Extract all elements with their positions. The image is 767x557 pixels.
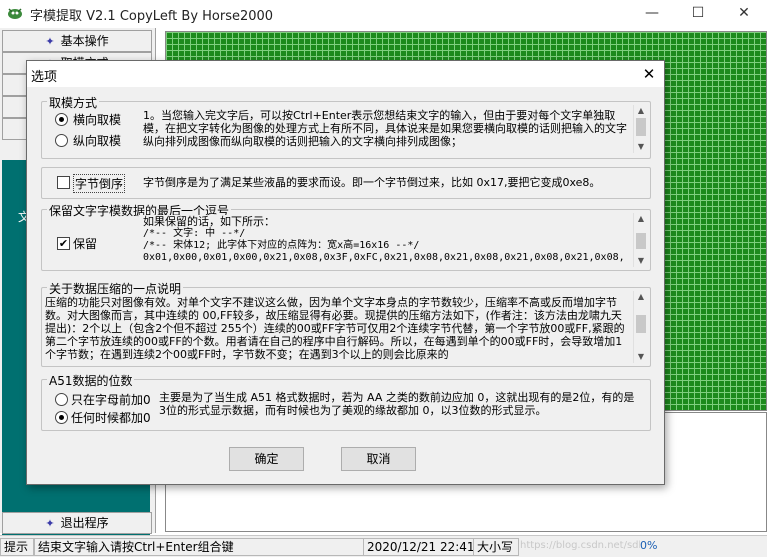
scroll-up-icon[interactable]: ▲ [634,105,648,117]
nav-basic-operations[interactable]: ✦ 基本操作 [2,30,152,52]
keep-scrollbar[interactable]: ▲ ▼ [633,213,648,267]
a51-group-label: A51数据的位数 [47,372,135,389]
compress-description: 压缩的功能只对图像有效。对单个文字不建议这么做，因为单个文字本身点的字节数较少，… [45,296,625,360]
app-titlebar: 字模提取 V2.1 CopyLeft By Horse2000 — ☐ ✕ [0,0,767,26]
status-progress: 0% [640,539,658,552]
scroll-thumb[interactable] [636,118,646,136]
star-icon: ✦ [45,517,55,530]
scroll-down-icon[interactable]: ▼ [634,255,648,267]
mode-scrollbar[interactable]: ▲ ▼ [633,105,648,153]
scroll-thumb[interactable] [636,233,646,249]
scroll-up-icon[interactable]: ▲ [634,291,648,303]
mode-group-label: 取模方式 [47,94,100,111]
status-case: 大小写 [473,538,519,556]
app-logo-icon [8,8,22,19]
compress-group-label: 关于数据压缩的一点说明 [47,280,184,297]
keep-example-box: 如果保留的话，如下所示： /*-- 文字: 中 --*/ /*-- 宋体12; … [139,215,633,265]
mode-description: 1。当您输入完文字后，可以按Ctrl+Enter表示您想结束文字的输入，但由于要… [143,109,627,148]
scroll-down-icon[interactable]: ▼ [634,351,648,363]
exit-button[interactable]: ✦ 退出程序 [2,512,152,534]
always-radio[interactable] [55,411,68,424]
horizontal-label[interactable]: 横向取模 [73,111,121,128]
keep-checkbox[interactable]: ✔ [57,237,70,250]
a51-description: 主要是为了当生成 A51 格式数据时，若为 AA 之类的数前边应加 0，这就出现… [159,391,635,417]
scroll-down-icon[interactable]: ▼ [634,141,648,153]
cancel-button[interactable]: 取消 [341,447,416,471]
only-letter-radio[interactable] [55,393,68,406]
minimize-button[interactable]: — [629,0,675,26]
star-icon: ✦ [45,35,55,48]
dialog-close-button[interactable]: ✕ [634,61,664,87]
status-tip-label: 提示 [0,538,34,556]
app-title: 字模提取 V2.1 CopyLeft By Horse2000 [30,9,274,24]
example-line-4: 0x01,0x00,0x01,0x00,0x21,0x08,0x3F,0xFC,… [143,252,625,263]
compress-scrollbar[interactable]: ▲ ▼ [633,291,648,363]
always-label[interactable]: 任何时候都加0 [71,409,151,426]
byte-reverse-description: 字节倒序是为了满足某些液晶的要求而设。即一个字节倒过来，比如 0x17,要把它变… [143,176,601,189]
vertical-label[interactable]: 纵向取模 [73,132,121,149]
byte-reverse-checkbox[interactable] [57,176,70,189]
status-datetime: 2020/12/21 22:41:37 [363,538,477,556]
keep-label[interactable]: 保留 [73,235,97,252]
maximize-button[interactable]: ☐ [675,0,721,26]
options-dialog: 选项 ✕ 取模方式 横向取模 纵向取模 1。当您输入完文字后，可以按Ctrl+E… [26,60,665,485]
scroll-thumb[interactable] [636,315,646,333]
ok-button[interactable]: 确定 [229,447,304,471]
watermark: https://blog.csdn.net/sdh_wkd [520,540,640,551]
horizontal-radio[interactable] [55,113,68,126]
status-tip-text: 结束文字输入请按Ctrl+Enter组合键 [34,538,364,556]
dialog-titlebar: 选项 ✕ [27,61,664,87]
dialog-title: 选项 [31,70,58,85]
byte-reverse-label[interactable]: 字节倒序 [73,174,126,193]
vertical-radio[interactable] [55,134,68,147]
only-letter-label[interactable]: 只在字母前加0 [71,391,151,408]
scroll-up-icon[interactable]: ▲ [634,213,648,225]
close-button[interactable]: ✕ [721,0,767,26]
